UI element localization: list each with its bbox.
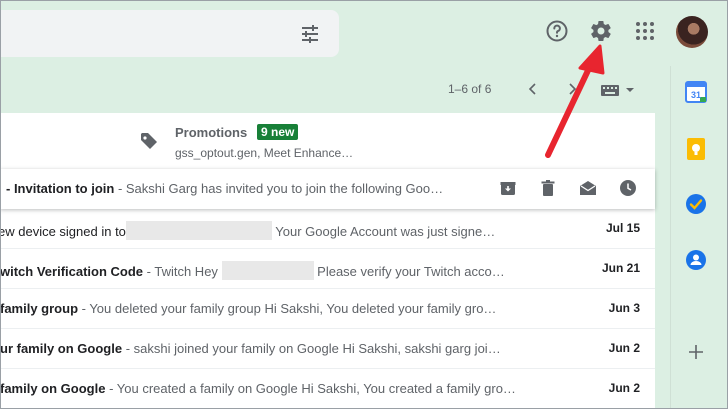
apps-grid-icon[interactable]	[632, 18, 658, 44]
email-row[interactable]: - Invitation to join - Sakshi Garg has i…	[0, 169, 655, 209]
row-actions	[499, 179, 637, 197]
pagination-count: 1–6 of 6	[448, 82, 492, 96]
email-date: Jul 15	[605, 221, 640, 235]
chevron-right-icon[interactable]	[566, 82, 578, 101]
chevron-left-icon[interactable]	[527, 82, 539, 101]
clock-icon[interactable]	[619, 179, 637, 197]
plus-icon[interactable]	[684, 340, 708, 364]
contacts-icon[interactable]	[684, 248, 708, 272]
promotions-senders: gss_optout.gen, Meet Enhance…	[175, 146, 354, 160]
redacted-email	[125, 221, 272, 240]
tag-icon	[139, 131, 159, 156]
email-date: Jun 3	[608, 301, 640, 315]
promotions-row[interactable]: Promotions 9 new gss_optout.gen, Meet En…	[0, 113, 655, 169]
redacted-name	[221, 261, 314, 280]
email-row[interactable]: witch Verification Code - Twitch Hey Ple…	[0, 249, 655, 289]
email-date: Jun 2	[608, 381, 640, 395]
archive-icon[interactable]	[499, 179, 517, 197]
mark-read-icon[interactable]	[579, 179, 597, 197]
help-icon[interactable]	[544, 18, 570, 44]
calendar-day: 31	[691, 90, 701, 100]
promotions-title: Promotions	[175, 125, 248, 140]
email-row[interactable]: ew device signed in to Your Google Accou…	[0, 209, 655, 249]
tune-icon[interactable]	[300, 24, 320, 44]
inbox-list: Promotions 9 new gss_optout.gen, Meet En…	[0, 113, 655, 409]
calendar-icon[interactable]: 31	[684, 80, 708, 104]
new-count-badge: 9 new	[257, 124, 299, 140]
trash-icon[interactable]	[539, 179, 557, 197]
gear-icon[interactable]	[588, 18, 614, 44]
email-row[interactable]: ur family on Google - sakshi joined your…	[0, 329, 655, 369]
avatar[interactable]	[676, 16, 708, 48]
keep-icon[interactable]	[684, 137, 708, 161]
keyboard-icon[interactable]	[601, 84, 635, 102]
search-bar[interactable]	[0, 10, 339, 57]
email-row[interactable]: family on Google - You created a family …	[0, 369, 655, 409]
email-row[interactable]: family group - You deleted your family g…	[0, 289, 655, 329]
tasks-icon[interactable]	[684, 192, 708, 216]
email-date: Jun 2	[608, 341, 640, 355]
email-date: Jun 21	[601, 261, 640, 275]
